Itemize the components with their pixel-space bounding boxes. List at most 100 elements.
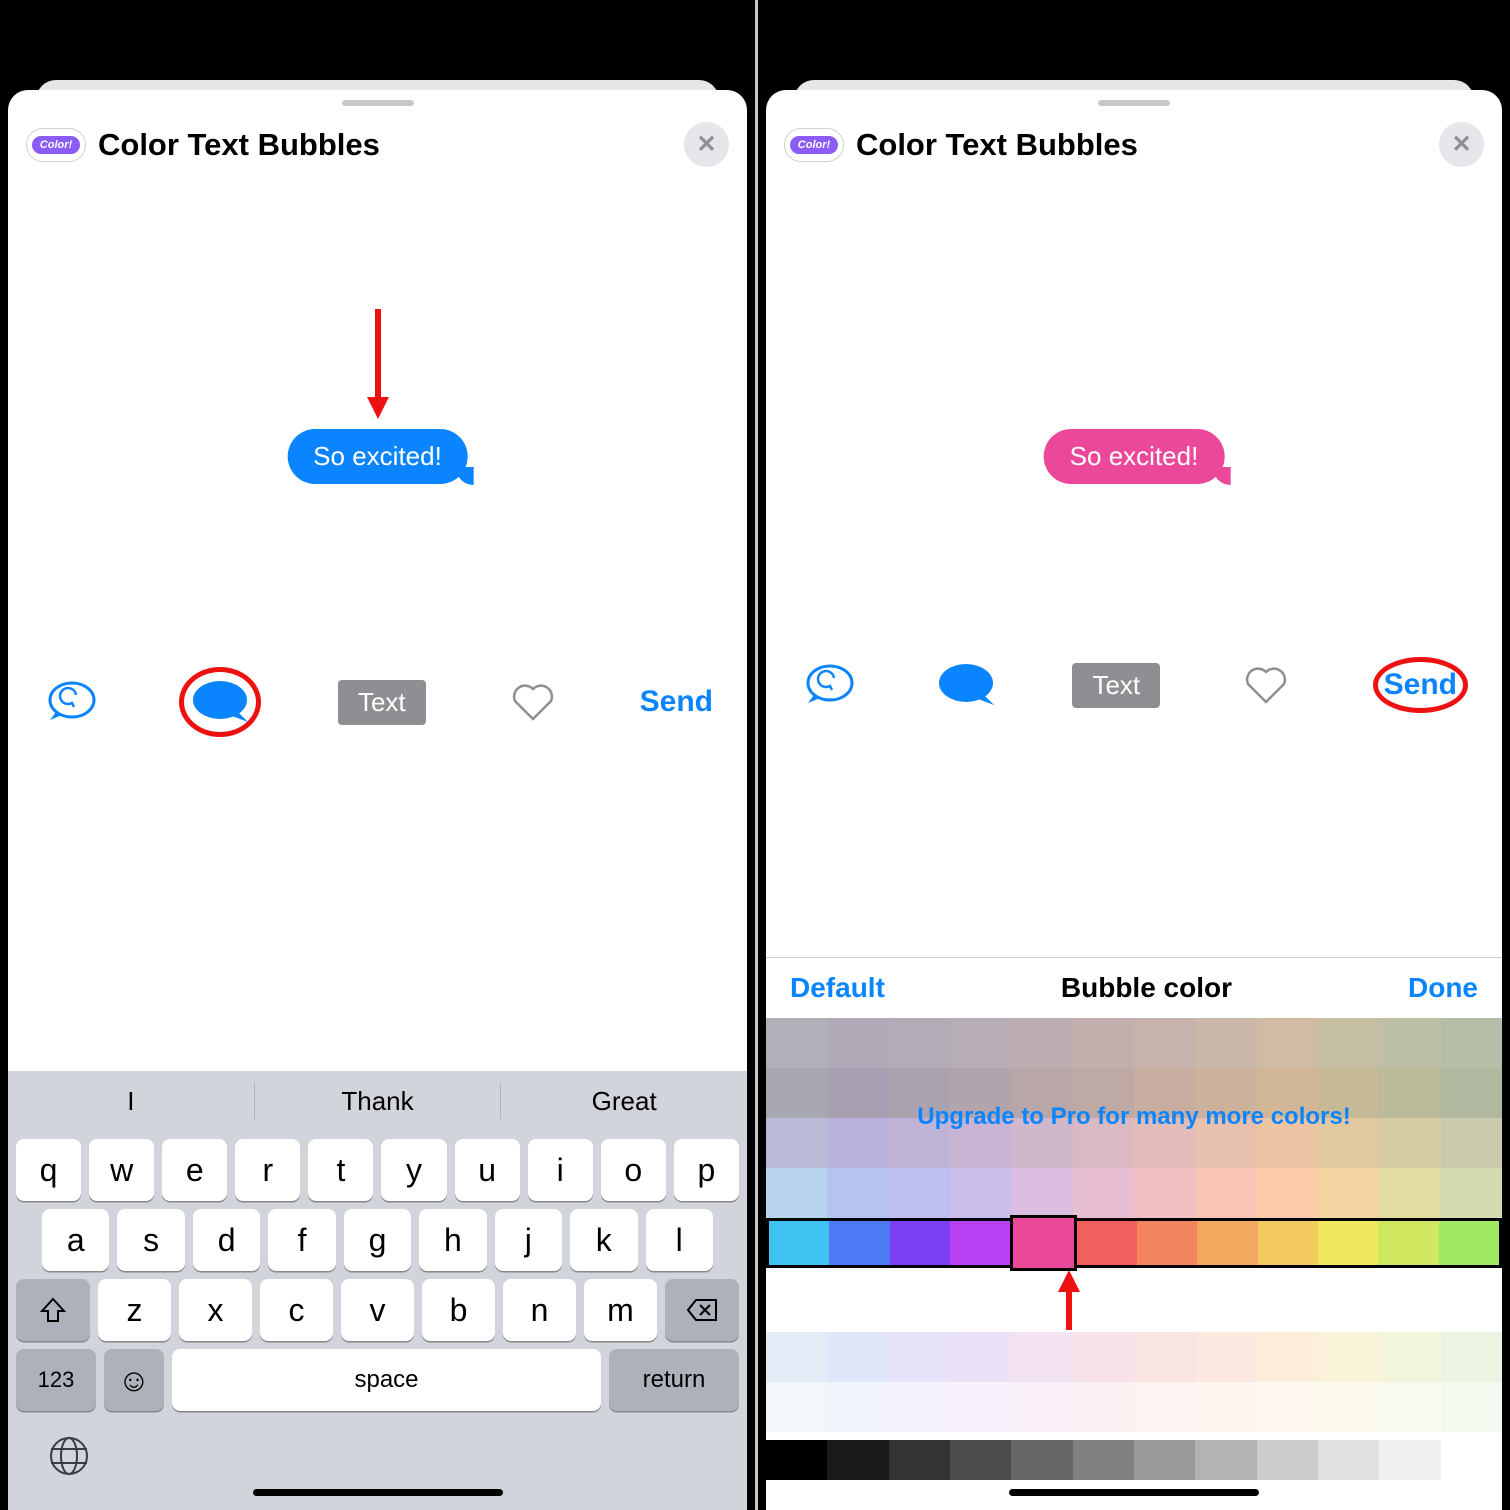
color-swatch[interactable]	[1073, 1382, 1134, 1432]
color-swatch[interactable]	[1195, 1068, 1256, 1118]
color-swatch[interactable]	[1134, 1018, 1195, 1068]
color-swatch[interactable]	[1011, 1440, 1072, 1480]
color-swatch[interactable]	[827, 1168, 888, 1218]
color-swatch[interactable]	[1134, 1382, 1195, 1432]
key-j[interactable]: j	[495, 1209, 562, 1271]
color-swatch[interactable]	[1379, 1440, 1440, 1480]
color-swatch[interactable]	[827, 1332, 888, 1382]
color-swatch[interactable]	[827, 1382, 888, 1432]
color-swatch[interactable]	[889, 1018, 950, 1068]
color-swatch[interactable]	[1439, 1221, 1499, 1265]
done-button[interactable]: Done	[1408, 972, 1478, 1004]
color-swatch[interactable]	[766, 1440, 827, 1480]
color-swatch[interactable]	[1318, 1168, 1379, 1218]
key-b[interactable]: b	[422, 1279, 495, 1341]
send-button[interactable]: Send	[1384, 668, 1457, 702]
home-indicator[interactable]	[1009, 1489, 1259, 1496]
space-key[interactable]: space	[172, 1349, 601, 1411]
color-swatch[interactable]	[950, 1382, 1011, 1432]
color-swatch[interactable]	[766, 1168, 827, 1218]
color-swatch[interactable]	[1011, 1068, 1072, 1118]
color-swatch[interactable]	[1134, 1118, 1195, 1168]
favorite-button[interactable]	[1236, 664, 1296, 706]
color-swatch[interactable]	[1195, 1168, 1256, 1218]
color-swatch[interactable]	[1077, 1221, 1137, 1265]
color-swatch[interactable]	[1073, 1168, 1134, 1218]
color-swatch[interactable]	[950, 1168, 1011, 1218]
emoji-key[interactable]: ☺	[104, 1349, 164, 1411]
color-swatch[interactable]	[766, 1118, 827, 1168]
color-swatch[interactable]	[1318, 1332, 1379, 1382]
color-swatch[interactable]	[1134, 1168, 1195, 1218]
color-swatch[interactable]	[1258, 1221, 1318, 1265]
key-f[interactable]: f	[268, 1209, 335, 1271]
color-swatch[interactable]	[769, 1221, 829, 1265]
color-swatch[interactable]	[827, 1068, 888, 1118]
color-swatch[interactable]	[1137, 1221, 1197, 1265]
color-swatch[interactable]	[889, 1068, 950, 1118]
globe-icon[interactable]	[48, 1435, 90, 1477]
key-s[interactable]: s	[117, 1209, 184, 1271]
color-swatch[interactable]	[950, 1221, 1010, 1265]
key-w[interactable]: w	[89, 1139, 154, 1201]
color-swatch[interactable]	[1318, 1068, 1379, 1118]
suggestion[interactable]: I	[8, 1071, 254, 1131]
color-swatch[interactable]	[1195, 1382, 1256, 1432]
default-button[interactable]: Default	[790, 972, 885, 1004]
color-swatch[interactable]	[889, 1118, 950, 1168]
color-swatch[interactable]	[1134, 1068, 1195, 1118]
color-swatch[interactable]	[1257, 1068, 1318, 1118]
color-swatch[interactable]	[1441, 1068, 1502, 1118]
color-swatch[interactable]	[827, 1440, 888, 1480]
color-swatch[interactable]	[1011, 1332, 1072, 1382]
color-swatch[interactable]	[1073, 1118, 1134, 1168]
color-swatch[interactable]	[1379, 1068, 1440, 1118]
return-key[interactable]: return	[609, 1349, 739, 1411]
send-button[interactable]: Send	[640, 685, 713, 719]
shift-key[interactable]	[16, 1279, 90, 1341]
key-e[interactable]: e	[162, 1139, 227, 1201]
suggestion[interactable]: Thank	[254, 1083, 501, 1119]
key-r[interactable]: r	[235, 1139, 300, 1201]
color-swatch[interactable]	[1257, 1018, 1318, 1068]
color-swatch[interactable]	[950, 1332, 1011, 1382]
color-swatch[interactable]	[1378, 1221, 1438, 1265]
color-swatch[interactable]	[1441, 1118, 1502, 1168]
color-swatch[interactable]	[1073, 1440, 1134, 1480]
color-swatch[interactable]	[1318, 1118, 1379, 1168]
color-swatch[interactable]	[889, 1440, 950, 1480]
color-swatch[interactable]	[950, 1118, 1011, 1168]
color-swatch[interactable]	[1011, 1382, 1072, 1432]
color-swatch[interactable]	[1257, 1118, 1318, 1168]
color-swatch[interactable]	[1197, 1221, 1257, 1265]
key-g[interactable]: g	[344, 1209, 411, 1271]
color-swatch[interactable]	[1441, 1440, 1502, 1480]
message-bubble[interactable]: So excited!	[1044, 429, 1225, 484]
reply-button[interactable]	[42, 680, 102, 724]
color-swatch[interactable]	[1441, 1018, 1502, 1068]
color-swatch[interactable]	[1318, 1440, 1379, 1480]
key-t[interactable]: t	[308, 1139, 373, 1201]
color-swatch[interactable]	[1379, 1168, 1440, 1218]
color-swatch[interactable]	[1318, 1018, 1379, 1068]
color-swatch[interactable]	[766, 1332, 827, 1382]
color-swatch[interactable]	[1010, 1215, 1076, 1271]
close-button[interactable]: ✕	[684, 122, 729, 167]
key-l[interactable]: l	[646, 1209, 713, 1271]
color-swatch[interactable]	[1441, 1168, 1502, 1218]
bubble-color-button[interactable]	[936, 661, 996, 709]
color-swatch[interactable]	[1318, 1382, 1379, 1432]
text-style-button[interactable]: Text	[1072, 663, 1160, 708]
reply-button[interactable]	[800, 663, 860, 707]
color-swatch[interactable]	[1379, 1118, 1440, 1168]
color-swatch[interactable]	[889, 1168, 950, 1218]
key-p[interactable]: p	[674, 1139, 739, 1201]
color-swatch[interactable]	[1073, 1068, 1134, 1118]
color-swatch[interactable]	[1011, 1118, 1072, 1168]
color-swatch[interactable]	[766, 1018, 827, 1068]
key-o[interactable]: o	[601, 1139, 666, 1201]
color-swatch[interactable]	[950, 1440, 1011, 1480]
color-swatch[interactable]	[1011, 1168, 1072, 1218]
key-x[interactable]: x	[179, 1279, 252, 1341]
color-swatch[interactable]	[1195, 1440, 1256, 1480]
